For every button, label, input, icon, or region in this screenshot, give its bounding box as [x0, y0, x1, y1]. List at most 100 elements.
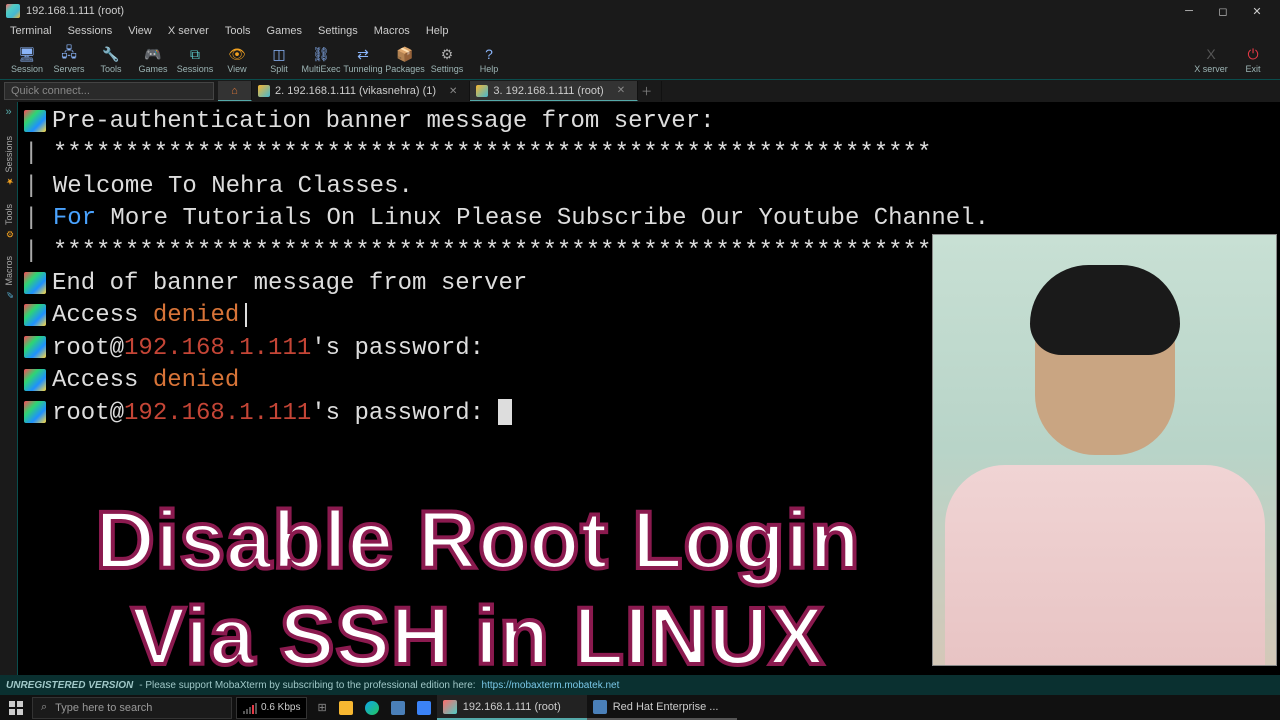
tab-label: 2. 192.168.1.111 (vikasnehra) (1) [275, 85, 436, 97]
tool-servers[interactable]: 🖧Servers [48, 45, 90, 74]
edge-icon [365, 701, 379, 715]
expand-icon[interactable]: » [5, 106, 11, 118]
tb-app-vm[interactable]: Red Hat Enterprise ... [587, 695, 737, 720]
terminal-text: ****************************************… [53, 238, 932, 265]
xserver-icon: X [1202, 45, 1220, 63]
menu-settings[interactable]: Settings [312, 25, 364, 37]
taskbar-search[interactable]: ⌕ Type here to search [32, 697, 232, 719]
minimize-button[interactable]: ─ [1172, 0, 1206, 22]
terminal[interactable]: Pre-authentication banner message from s… [18, 102, 1280, 675]
rail-macros[interactable]: ✎Macros [4, 256, 14, 299]
close-button[interactable]: ✕ [1240, 0, 1274, 22]
terminal-text: Access [52, 302, 153, 329]
packages-icon: 📦 [396, 45, 414, 63]
sessions-icon: ⧉ [186, 45, 204, 63]
terminal-text: 192.168.1.111 [124, 335, 311, 362]
tb-edge[interactable] [359, 695, 385, 720]
tool-session[interactable]: 🖥Session [6, 45, 48, 74]
start-button[interactable] [0, 695, 32, 720]
menu-tools[interactable]: Tools [219, 25, 257, 37]
terminal-text: denied [153, 302, 239, 329]
tool-sessions[interactable]: ⧉Sessions [174, 45, 216, 74]
menu-games[interactable]: Games [261, 25, 308, 37]
menu-sessions[interactable]: Sessions [62, 25, 119, 37]
app-icon [6, 4, 20, 18]
menu-terminal[interactable]: Terminal [4, 25, 58, 37]
tool-settings[interactable]: ⚙Settings [426, 45, 468, 74]
tool-label: Split [270, 64, 288, 74]
tb-store[interactable] [385, 695, 411, 720]
quick-connect-input[interactable]: Quick connect... [4, 82, 214, 100]
mobaxterm-icon [443, 700, 457, 714]
servers-icon: 🖧 [60, 45, 78, 63]
tool-label: Servers [53, 64, 84, 74]
terminal-text: root@ [52, 400, 124, 427]
toolbar: 🖥Session🖧Servers🔧Tools🎮Games⧉Sessions👁Vi… [0, 40, 1280, 80]
tool-label: Sessions [177, 64, 214, 74]
tool-split[interactable]: ◫Split [258, 45, 300, 74]
terminal-text: root@ [52, 335, 124, 362]
home-icon: ⌂ [231, 85, 238, 97]
tunneling-icon: ⇄ [354, 45, 372, 63]
tool-tunneling[interactable]: ⇄Tunneling [342, 45, 384, 74]
search-icon: ⌕ [41, 701, 47, 714]
maximize-button[interactable]: ◻ [1206, 0, 1240, 22]
terminal-text: 's password: [311, 335, 498, 362]
terminal-text: End of banner message from server [52, 270, 527, 297]
menu-xserver[interactable]: X server [162, 25, 215, 37]
session-icon [24, 336, 46, 358]
tool-packages[interactable]: 📦Packages [384, 45, 426, 74]
tb-app-mobaxterm[interactable]: 192.168.1.111 (root) [437, 695, 587, 720]
tab-new-button[interactable]: ＋ [638, 81, 662, 101]
tool-label: Games [138, 64, 167, 74]
terminal-text: Pre-authentication banner message from s… [52, 108, 715, 135]
tab-close-icon[interactable]: ✕ [449, 86, 457, 97]
side-rail: » ★Sessions ⚙Tools ✎Macros [0, 102, 18, 675]
tab-session-1[interactable]: 2. 192.168.1.111 (vikasnehra) (1) ✕ [252, 81, 470, 101]
session-icon [24, 369, 46, 391]
multiexec-icon: ⛓ [312, 45, 330, 63]
terminal-text: 's password: [311, 400, 498, 427]
window-title: 192.168.1.111 (root) [26, 5, 124, 17]
tool-label: Tools [100, 64, 121, 74]
terminal-icon [258, 85, 270, 97]
tool-help[interactable]: ?Help [468, 45, 510, 74]
settings-icon: ⚙ [438, 45, 456, 63]
tab-close-icon[interactable]: ✕ [617, 85, 625, 96]
help-icon: ? [480, 45, 498, 63]
terminal-text: Access [52, 367, 153, 394]
session-icon [24, 401, 46, 423]
terminal-text: denied [153, 367, 239, 394]
tb-mail[interactable] [411, 695, 437, 720]
terminal-text: More Tutorials On Linux Please Subscribe… [96, 205, 989, 232]
menu-help[interactable]: Help [420, 25, 455, 37]
tab-home[interactable]: ⌂ [218, 81, 252, 101]
tb-explorer[interactable] [333, 695, 359, 720]
tab-session-2[interactable]: 3. 192.168.1.111 (root) ✕ [470, 81, 638, 101]
view-icon: 👁 [228, 45, 246, 63]
tab-label: 3. 192.168.1.111 (root) [493, 85, 603, 97]
tb-app-label: 192.168.1.111 (root) [463, 701, 561, 713]
taskview-button[interactable]: ⊞ [311, 695, 332, 720]
menu-view[interactable]: View [122, 25, 158, 37]
tool-view[interactable]: 👁View [216, 45, 258, 74]
rail-tools[interactable]: ⚙Tools [4, 204, 14, 238]
tool-label: X server [1194, 64, 1228, 74]
tool-games[interactable]: 🎮Games [132, 45, 174, 74]
tool-label: MultiExec [301, 64, 340, 74]
tool-label: Tunneling [343, 64, 382, 74]
session-icon [24, 110, 46, 132]
tool-multiexec[interactable]: ⛓MultiExec [300, 45, 342, 74]
tools-icon: 🔧 [102, 45, 120, 63]
network-meter: 0.6 Kbps [236, 697, 307, 719]
tool-exit[interactable]: ⏻Exit [1232, 45, 1274, 74]
rail-sessions[interactable]: ★Sessions [4, 136, 14, 186]
terminal-text: ****************************************… [53, 140, 932, 167]
search-placeholder: Type here to search [55, 702, 152, 714]
tool-xserver[interactable]: XX server [1190, 45, 1232, 74]
menu-macros[interactable]: Macros [368, 25, 416, 37]
terminal-text: For [53, 205, 96, 232]
presenter-photo [932, 234, 1277, 666]
terminal-text: 192.168.1.111 [124, 400, 311, 427]
tool-tools[interactable]: 🔧Tools [90, 45, 132, 74]
